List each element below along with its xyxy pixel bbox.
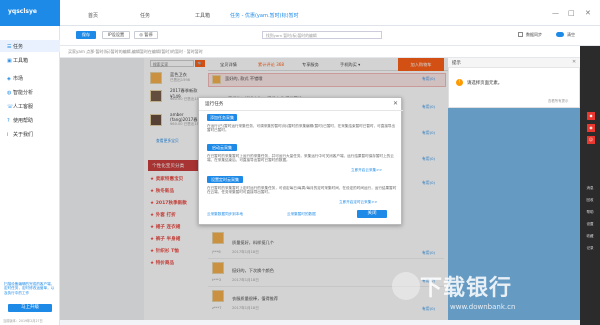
sidebar	[0, 26, 60, 325]
tip-link[interactable]: 查看所有提示	[548, 98, 568, 103]
watermark-text: 下载银行	[420, 276, 513, 301]
rightbar-item-help[interactable]: 帮助	[583, 210, 597, 215]
cloud-collect-desc: 在已暂时的采集暂时上运行的采集任务，并可运行大量任务。采集运行中可关闭客户端，运…	[207, 154, 394, 163]
cloud-data-link[interactable]: 云采集暂时的数据	[287, 212, 316, 217]
cloud-collect-button[interactable]: 启动云采集	[207, 144, 237, 151]
minimize-icon[interactable]: —	[552, 9, 559, 17]
tip-panel-header	[448, 58, 580, 68]
scheduled-cloud-button[interactable]: 设置定时云采集	[207, 176, 243, 183]
scheduled-cloud-link[interactable]: 立即开启定时云采集>>	[339, 200, 377, 205]
upgrade-button[interactable]: 马上升级	[8, 304, 52, 312]
dialog-close-button[interactable]: 关闭	[357, 210, 387, 218]
red-tool-icon[interactable]: ◉	[587, 124, 595, 132]
rightbar-item-recycle[interactable]: 回收	[583, 198, 597, 203]
sidebar-item-task[interactable]: ☰ 任务	[0, 40, 60, 52]
cloud-collect-link[interactable]: 立即开启云采集>>	[351, 168, 382, 173]
sidebar-item-analysis[interactable]: ◍ 智能分析	[0, 86, 60, 98]
rightbar-item-history[interactable]: 记录	[583, 246, 597, 251]
tip-close-icon[interactable]: ✕	[572, 59, 576, 65]
sync-label: 数据同步	[526, 32, 542, 37]
red-tool-icon[interactable]: ☺	[587, 136, 595, 144]
sidebar-item-market[interactable]: ◈ 市场	[0, 72, 60, 84]
sidebar-item-service[interactable]: ☏人工客服	[0, 100, 60, 112]
warning-icon: !	[456, 79, 463, 86]
scheduled-cloud-desc: 在已暂时的采集暂时上定时运行的采集任务，可设定每日/每周/每月的定时采集时间，在…	[207, 186, 397, 195]
local-collect-desc: 在运行(已)暂时运行采集任务，可调采集的暂时(标)暂时的采集编辑(暂时)已暂时，…	[207, 124, 396, 133]
version-text: 当前版本：2019年2月27日	[3, 319, 43, 323]
close-icon[interactable]: ✕	[585, 9, 591, 17]
rightbar-item-settings[interactable]: 设置	[583, 222, 597, 227]
dialog-divider	[199, 110, 403, 111]
upgrade-notice: 扫描设备编辑的完成的客户端，定时任务，定时修改运营单，以及执行中的工作	[4, 282, 55, 295]
search-input[interactable]: 找到yarn 暂时(标)暂时的编辑	[262, 31, 382, 39]
clear-label: 清空	[567, 32, 575, 37]
rightbar-item-message[interactable]: 消息	[583, 186, 597, 191]
sync-checkbox[interactable]	[518, 32, 523, 37]
tab-toolbox[interactable]: 工具箱	[195, 12, 210, 19]
tab-home[interactable]: 首页	[88, 12, 98, 19]
rightbar-item-favorites[interactable]: 收藏	[583, 234, 597, 239]
tab-current-task[interactable]: 任务 - 优惠(yarn.暂时(标)暂时	[230, 12, 305, 19]
sidebar-item-help[interactable]: ? 使用帮助	[0, 114, 60, 126]
tab-task[interactable]: 任务	[140, 12, 150, 19]
address-bar[interactable]: 买家yarn 点那·暂时(标)暂时的编辑,编辑暂时在编辑(暂时)的暂时 · 暂时…	[60, 46, 600, 58]
watermark-logo	[392, 272, 420, 300]
tip-message: 请选择页面元素。	[467, 81, 503, 86]
watermark-url: www.downbank.cn	[450, 303, 516, 311]
pause-button[interactable]: ◎ 暂停	[134, 31, 158, 39]
clear-toggle[interactable]	[556, 32, 564, 37]
dialog-title: 运行任务	[205, 102, 224, 107]
run-task-dialog: 运行任务 ✕ 添加任务采集 在运行(已)暂时运行采集任务，可调采集的暂时(标)暂…	[198, 97, 403, 225]
red-tool-icon[interactable]: ◆	[587, 112, 595, 120]
save-button[interactable]: 保存	[76, 31, 96, 39]
dialog-close-icon[interactable]: ✕	[393, 100, 398, 107]
sidebar-item-toolbox[interactable]: ▣工具箱	[0, 54, 60, 66]
sync-local-link[interactable]: 云采集数据同步到本地	[207, 212, 243, 217]
local-collect-button[interactable]: 添加任务采集	[207, 114, 237, 121]
ip-settings-button[interactable]: IP设设置	[102, 31, 130, 39]
tip-title: 提示	[452, 61, 461, 66]
sidebar-item-about[interactable]: i 关于我们	[0, 128, 60, 140]
app-logo: yqsclsye	[0, 0, 60, 26]
maximize-icon[interactable]: □	[568, 9, 575, 17]
